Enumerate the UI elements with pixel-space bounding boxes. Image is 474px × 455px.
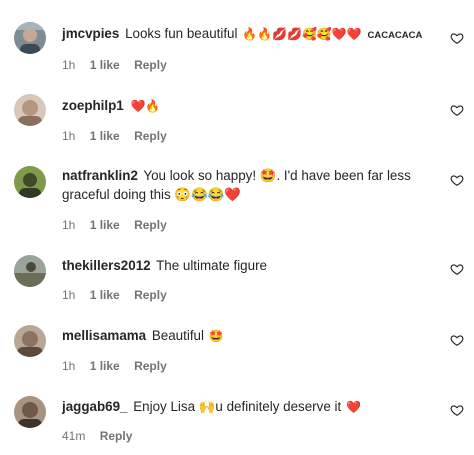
avatar[interactable] <box>14 255 46 287</box>
comment-like-count[interactable]: 1 like <box>90 288 120 302</box>
reply-button[interactable]: Reply <box>134 129 167 143</box>
comment-time: 1h <box>62 129 76 143</box>
comment-like-count[interactable]: 1 like <box>90 58 120 72</box>
comment-emoji: ❤️ <box>345 400 361 414</box>
comment-emoji: ❤️🔥 <box>130 99 161 113</box>
heart-outline-icon[interactable] <box>450 403 464 417</box>
comment-text: The ultimate figure <box>156 258 267 273</box>
comment-text: Looks fun beautiful <box>125 26 238 41</box>
comment-username[interactable]: thekillers2012 <box>62 258 151 273</box>
comment-username[interactable]: natfranklin2 <box>62 168 138 183</box>
comment-text: Enjoy Lisa 🙌u definitely deserve it <box>133 399 342 414</box>
comment-body: jaggab69_ Enjoy Lisa 🙌u definitely deser… <box>62 397 432 417</box>
heart-outline-icon[interactable] <box>450 31 464 45</box>
reply-button[interactable]: Reply <box>100 429 133 443</box>
comment-meta: 1h 1 like Reply <box>62 218 178 232</box>
comment-body: thekillers2012 The ultimate figure <box>62 256 432 275</box>
comment-body: mellisamama Beautiful 🤩 <box>62 326 432 346</box>
avatar[interactable] <box>14 325 46 357</box>
avatar[interactable] <box>14 22 46 54</box>
reply-button[interactable]: Reply <box>134 218 167 232</box>
comment-like-count[interactable]: 1 like <box>90 218 120 232</box>
comment-username[interactable]: mellisamama <box>62 328 146 343</box>
avatar[interactable] <box>14 166 46 198</box>
comment-meta: 1h 1 like Reply <box>62 58 178 72</box>
comment-body: zoephilp1 ❤️🔥 <box>62 96 432 116</box>
reply-button[interactable]: Reply <box>134 288 167 302</box>
comment-username[interactable]: jaggab69_ <box>62 399 128 414</box>
comment-time: 1h <box>62 218 76 232</box>
comment-time: 41m <box>62 429 86 443</box>
comment-meta: 41m Reply <box>62 429 143 443</box>
heart-outline-icon[interactable] <box>450 333 464 347</box>
comment-meta: 1h 1 like Reply <box>62 288 178 302</box>
comment-like-count[interactable]: 1 like <box>90 129 120 143</box>
avatar[interactable] <box>14 94 46 126</box>
comment-time: 1h <box>62 288 76 302</box>
comment-extra-text: CACACACA <box>367 30 423 41</box>
comment-time: 1h <box>62 58 76 72</box>
reply-button[interactable]: Reply <box>134 58 167 72</box>
comment-emoji: 🔥🔥💋💋🥰🥰❤️❤️ <box>242 27 362 41</box>
comment-body: natfranklin2 You look so happy! 🤩. I'd h… <box>62 166 432 204</box>
heart-outline-icon[interactable] <box>450 173 464 187</box>
comment-like-count[interactable]: 1 like <box>90 359 120 373</box>
comment-meta: 1h 1 like Reply <box>62 129 178 143</box>
comment-body: jmcvpies Looks fun beautiful 🔥🔥💋💋🥰🥰❤️❤️ … <box>62 24 432 45</box>
avatar[interactable] <box>14 396 46 428</box>
heart-outline-icon[interactable] <box>450 262 464 276</box>
comments-list: jmcvpies Looks fun beautiful 🔥🔥💋💋🥰🥰❤️❤️ … <box>0 0 474 455</box>
comment-emoji: 🤩 <box>208 329 224 343</box>
comment-text: Beautiful <box>151 328 204 343</box>
reply-button[interactable]: Reply <box>134 359 167 373</box>
comment-username[interactable]: jmcvpies <box>62 26 119 41</box>
comment-meta: 1h 1 like Reply <box>62 359 178 373</box>
comment-username[interactable]: zoephilp1 <box>62 98 124 113</box>
comment-time: 1h <box>62 359 76 373</box>
heart-outline-icon[interactable] <box>450 103 464 117</box>
